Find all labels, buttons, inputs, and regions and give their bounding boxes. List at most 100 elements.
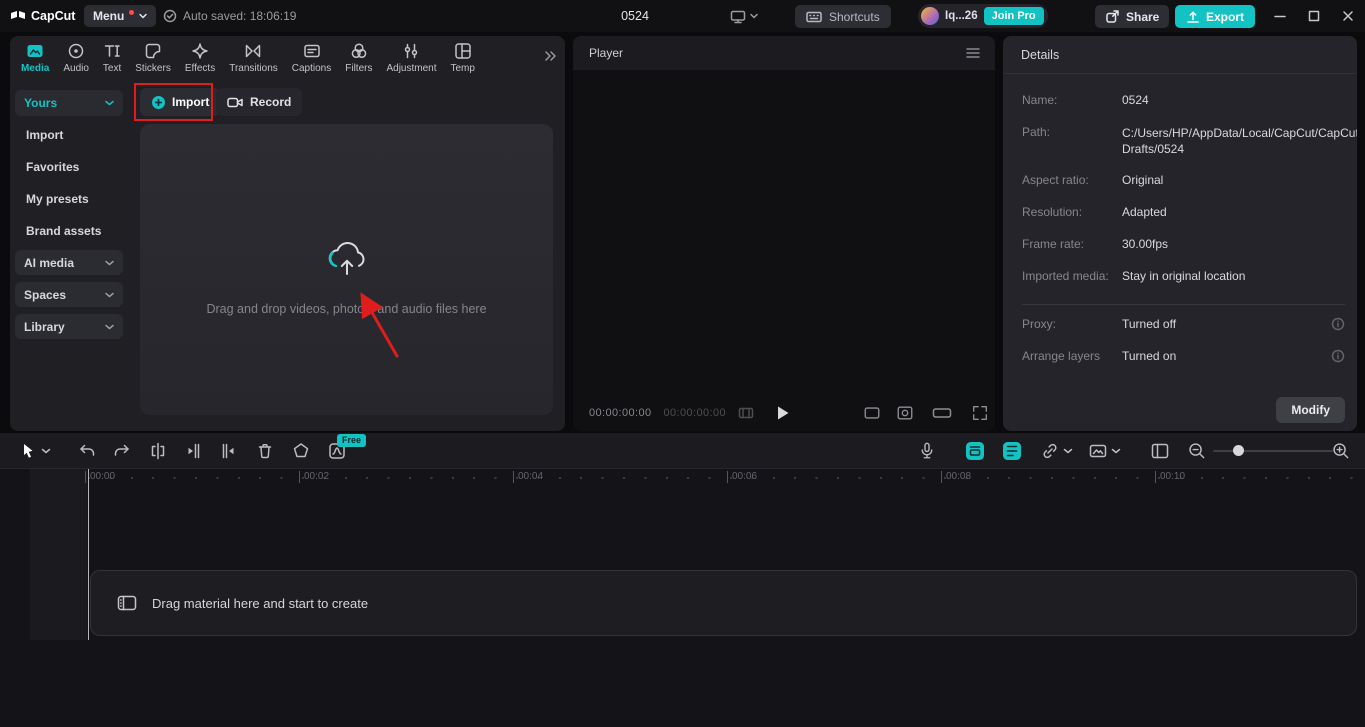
app-title: CapCut [31,9,75,23]
monitor-icon [730,9,746,24]
capcut-logo-icon [10,9,26,23]
join-pro-button[interactable]: Join Pro [984,7,1044,25]
expand-tabs-button[interactable] [543,49,561,67]
export-button[interactable]: Export [1175,5,1255,28]
chevron-down-icon [105,100,114,106]
dropzone-hint: Drag and drop videos, photos, and audio … [206,302,486,316]
delete-left-icon[interactable] [184,442,202,460]
mask-icon[interactable] [292,442,310,460]
tab-templates[interactable]: Temp [444,36,482,80]
divider [1022,304,1345,305]
chevron-down-icon [750,13,758,19]
cover-icon[interactable] [1088,441,1108,461]
chevron-down-icon [105,324,114,330]
tab-media[interactable]: Media [14,36,56,80]
split-icon[interactable] [149,442,167,460]
import-button[interactable]: Import [140,88,220,116]
delete-icon[interactable] [256,442,274,460]
delete-right-icon[interactable] [220,442,238,460]
main-track-magnet-toggle-icon[interactable] [965,441,985,461]
ruler-label: 00:10 [1155,471,1185,483]
zoom-out-icon[interactable] [1188,441,1207,460]
text-icon [103,42,121,60]
menu-button[interactable]: Menu [84,5,156,27]
player-controls: 00:00:00:00 00:00:00:00 [573,395,995,431]
select-tool-chevron-icon[interactable] [42,448,51,454]
media-library-panel: Media Audio Text Stickers Effects Transi… [10,36,565,431]
tab-captions[interactable]: Captions [285,36,338,80]
tab-filters[interactable]: Filters [338,36,379,80]
user-name: Iq...26 [945,10,978,22]
timeline-zoom-knob[interactable] [1233,445,1244,456]
share-button[interactable]: Share [1095,5,1169,28]
play-button[interactable] [776,405,790,421]
sidebar-item-spaces[interactable]: Spaces [15,282,123,307]
display-mode-button[interactable] [730,0,758,32]
shortcuts-button[interactable]: Shortcuts [795,5,891,28]
sidebar-item-ai-media[interactable]: AI media [15,250,123,275]
camera-icon [227,96,243,109]
sidebar-item-library[interactable]: Library [15,314,123,339]
timeline-toolbar: Free [0,433,1365,469]
auto-snap-toggle-icon[interactable] [1002,441,1022,461]
maximize-button[interactable] [1297,0,1331,32]
select-tool-icon[interactable] [19,442,37,460]
modify-button[interactable]: Modify [1276,397,1345,423]
playhead[interactable] [88,469,89,640]
ruler-label: 00:00 [85,471,115,483]
voiceover-mic-icon[interactable] [918,441,936,461]
tab-text[interactable]: Text [96,36,128,80]
project-name: 0524 [560,0,710,32]
frame-preview-icon[interactable] [738,406,754,420]
player-menu-icon[interactable] [965,46,981,60]
sidebar-item-my-presets[interactable]: My presets [26,189,89,209]
share-icon [1105,9,1120,24]
track-header-strip [30,469,87,640]
record-button[interactable]: Record [216,88,302,116]
preview-window-icon[interactable] [932,404,952,422]
ruler-label: 00:06 [727,471,757,483]
transitions-icon [244,42,262,60]
timeline-zoom-slider[interactable] [1213,450,1333,452]
fullscreen-icon[interactable] [971,404,989,422]
tab-audio[interactable]: Audio [56,36,96,80]
player-header: Player [573,36,995,70]
titlebar: CapCut Menu Auto saved: 18:06:19 0524 Sh… [0,0,1365,32]
filters-icon [350,42,368,60]
sidebar-item-brand-assets[interactable]: Brand assets [26,221,101,241]
undo-icon[interactable] [77,442,97,460]
double-chevron-right-icon [543,49,557,63]
window-controls [1263,0,1365,32]
fit-to-screen-icon[interactable] [896,404,914,422]
tab-effects[interactable]: Effects [178,36,222,80]
close-button[interactable] [1331,0,1365,32]
minimize-button[interactable] [1263,0,1297,32]
user-account-chip[interactable]: Iq...26 Join Pro [918,4,1048,28]
tab-adjustment[interactable]: Adjustment [379,36,443,80]
avatar [921,7,939,25]
link-chevron-icon[interactable] [1064,448,1073,454]
aspect-ratio-icon[interactable] [863,404,881,422]
preview-axis-icon[interactable] [1150,441,1170,461]
media-dropzone[interactable]: Drag and drop videos, photos, and audio … [140,124,553,415]
empty-track-hint: Drag material here and start to create [152,596,368,611]
timecode-current: 00:00:00:00 [589,407,652,419]
details-row-path: Path: C:/Users/HP/AppData/Local/CapCut/C… [1003,125,1357,161]
info-icon[interactable] [1331,317,1345,331]
tab-stickers[interactable]: Stickers [128,36,178,80]
sidebar-item-yours[interactable]: Yours [15,90,123,116]
empty-track-dropzone[interactable]: Drag material here and start to create [90,570,1357,636]
cover-chevron-icon[interactable] [1112,448,1121,454]
sidebar-item-favorites[interactable]: Favorites [26,157,79,177]
redo-icon[interactable] [112,442,132,460]
link-icon[interactable] [1040,441,1060,461]
details-title: Details [1021,48,1059,62]
sidebar-item-import[interactable]: Import [26,125,63,145]
time-ruler[interactable]: 00:00 00:02 00:04 00:06 00:08 00:10 [0,469,1365,487]
tab-transitions[interactable]: Transitions [222,36,285,80]
zoom-in-icon[interactable] [1332,441,1351,460]
ruler-label: 00:04 [513,471,543,483]
info-icon[interactable] [1331,349,1345,363]
timeline: 00:00 00:02 00:04 00:06 00:08 00:10 Drag… [0,469,1365,727]
player-title: Player [589,46,623,60]
